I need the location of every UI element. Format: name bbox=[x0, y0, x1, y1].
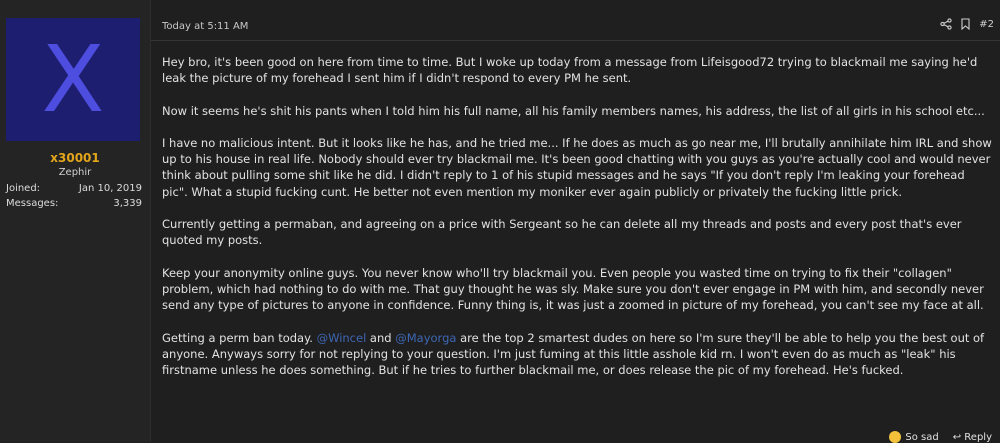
post-paragraph-6: Getting a perm ban today. @Wincel and @M… bbox=[162, 330, 994, 379]
post-paragraph-1: Hey bro, it's been good on here from tim… bbox=[162, 55, 978, 86]
paragraph-6-text-a: Getting a perm ban today. bbox=[162, 330, 317, 345]
post-paragraph-3: I have no malicious intent. But it looks… bbox=[162, 135, 992, 199]
joined-label: Joined: bbox=[6, 183, 41, 194]
user-title: Zephir bbox=[58, 167, 92, 178]
post-timestamp[interactable]: Today at 5:11 AM bbox=[162, 21, 248, 32]
joined-value: Jan 10, 2019 bbox=[78, 183, 142, 194]
avatar[interactable]: X bbox=[6, 18, 140, 141]
sad-emoji-icon bbox=[889, 431, 902, 443]
post-header: Today at 5:11 AM #2 bbox=[151, 0, 1000, 41]
share-icon[interactable] bbox=[940, 18, 952, 30]
post-actions: #2 bbox=[940, 18, 994, 30]
reply-button[interactable]: ↩ Reply bbox=[953, 432, 992, 443]
mention-mayorga[interactable]: @Mayorga bbox=[395, 331, 456, 345]
messages-stat: Messages: 3,339 bbox=[6, 198, 142, 209]
messages-label: Messages: bbox=[6, 198, 59, 209]
avatar-letter: X bbox=[41, 25, 105, 133]
reaction-button[interactable]: So sad bbox=[889, 431, 939, 443]
reply-icon: ↩ bbox=[952, 431, 965, 443]
user-sidebar: X x30001 Zephir Joined: Jan 10, 2019 Mes… bbox=[0, 0, 151, 442]
post-body: Hey bro, it's been good on here from tim… bbox=[162, 54, 994, 394]
bookmark-icon[interactable] bbox=[960, 18, 971, 30]
post-number[interactable]: #2 bbox=[979, 19, 994, 30]
post-paragraph-2: Now it seems he's shit his pants when I … bbox=[162, 103, 985, 118]
paragraph-6-text-b: and bbox=[366, 330, 396, 345]
post: Today at 5:11 AM #2 Hey bro, it's been g… bbox=[151, 0, 1000, 443]
mention-wincel[interactable]: @Wincel bbox=[317, 331, 367, 345]
post-paragraph-4: Currently getting a permaban, and agreei… bbox=[162, 217, 962, 248]
joined-stat: Joined: Jan 10, 2019 bbox=[6, 183, 142, 194]
username[interactable]: x30001 bbox=[0, 151, 150, 165]
reaction-label: So sad bbox=[905, 432, 939, 443]
reply-label: Reply bbox=[964, 431, 992, 443]
post-paragraph-5: Keep your anonymity online guys. You nev… bbox=[162, 265, 984, 313]
messages-value: 3,339 bbox=[113, 198, 142, 209]
post-footer: So sad ↩ Reply bbox=[889, 431, 992, 443]
